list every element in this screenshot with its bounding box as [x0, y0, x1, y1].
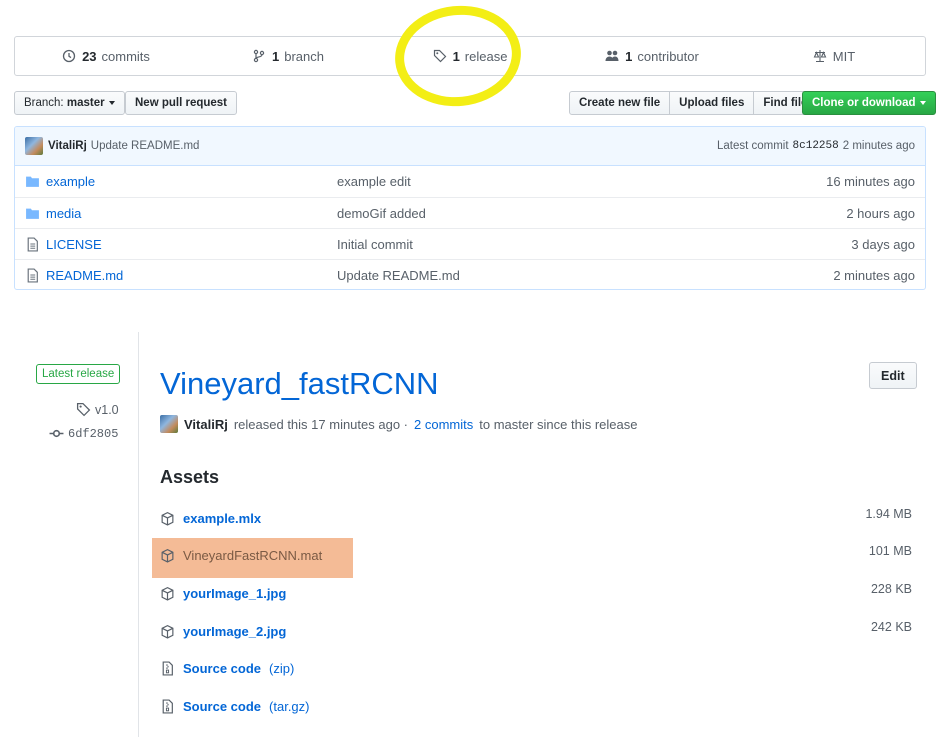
edit-release-button[interactable]: Edit [869, 362, 917, 389]
avatar[interactable] [160, 415, 178, 433]
source-code-row[interactable]: Source code (zip) [160, 661, 912, 676]
history-icon [62, 49, 77, 64]
latest-commit-bar: VitaliRj Update README.md Latest commit … [15, 127, 925, 166]
asset-name[interactable]: yourImage_2.jpg [183, 624, 286, 639]
file-commit-message[interactable]: Update README.md [337, 268, 833, 283]
people-icon [605, 49, 620, 64]
file-row[interactable]: example example edit 16 minutes ago [15, 166, 925, 197]
file-commit-message[interactable]: example edit [337, 174, 826, 189]
asset-row[interactable]: yourImage_2.jpg 242 KB [160, 620, 912, 639]
file-actions-group: Create new file Upload files Find file [569, 91, 818, 115]
asset-row[interactable]: example.mlx 1.94 MB [160, 507, 912, 526]
commit-author[interactable]: VitaliRj [48, 140, 87, 152]
file-row[interactable]: README.md Update README.md 2 minutes ago [15, 259, 925, 289]
asset-size: 228 KB [870, 581, 912, 596]
release-title[interactable]: Vineyard_fastRCNN [160, 366, 439, 402]
commits-since-link[interactable]: 2 commits [414, 417, 473, 432]
folder-icon [25, 206, 40, 221]
stat-contributors[interactable]: 1 contributor [561, 49, 743, 64]
branch-select-button[interactable]: Branch: master [14, 91, 125, 115]
package-icon [160, 548, 175, 563]
caret-down-icon [919, 101, 926, 105]
file-age: 2 hours ago [846, 205, 915, 221]
commit-icon [49, 426, 64, 441]
commit-sha[interactable]: 8c12258 [793, 140, 839, 152]
file-table: VitaliRj Update README.md Latest commit … [14, 126, 926, 290]
stat-license[interactable]: MIT [743, 49, 925, 64]
source-code-ext[interactable]: (zip) [269, 661, 294, 676]
asset-name[interactable]: VineyardFastRCNN.mat [183, 548, 322, 563]
release-commit[interactable]: 6df2805 [49, 426, 118, 441]
release-meta: VitaliRj released this 17 minutes ago · … [160, 415, 637, 433]
file-row[interactable]: LICENSE Initial commit 3 days ago [15, 228, 925, 259]
folder-icon [25, 174, 40, 189]
file-age: 16 minutes ago [826, 174, 915, 189]
file-commit-message[interactable]: Initial commit [337, 237, 851, 252]
clone-or-download-button[interactable]: Clone or download [802, 91, 936, 115]
tag-icon [76, 402, 91, 417]
asset-size: 101 MB [868, 543, 912, 558]
file-icon [25, 267, 40, 283]
file-name[interactable]: LICENSE [46, 237, 102, 252]
assets-heading: Assets [160, 467, 220, 487]
release-author[interactable]: VitaliRj [184, 417, 228, 432]
source-code-ext[interactable]: (tar.gz) [269, 699, 309, 714]
package-icon [160, 586, 175, 601]
file-name[interactable]: example [46, 174, 95, 189]
asset-name[interactable]: yourImage_1.jpg [183, 586, 286, 601]
caret-down-icon [108, 101, 115, 105]
source-code-row[interactable]: Source code (tar.gz) [160, 699, 912, 714]
create-new-file-button[interactable]: Create new file [569, 91, 671, 115]
file-name[interactable]: README.md [46, 268, 123, 283]
law-icon [813, 49, 828, 64]
latest-commit-label: Latest commit [716, 140, 789, 152]
asset-size: 1.94 MB [865, 506, 912, 521]
repo-stats-bar: 23 commits 1 branch 1 release 1 contributor … [14, 36, 926, 76]
commit-age: 2 minutes ago [842, 140, 915, 152]
file-name[interactable]: media [46, 206, 81, 221]
source-code-link[interactable]: Source code [183, 699, 261, 714]
upload-files-button[interactable]: Upload files [669, 91, 755, 115]
file-age: 2 minutes ago [833, 267, 915, 283]
file-zip-icon [160, 699, 175, 714]
file-zip-icon [160, 661, 175, 676]
asset-row[interactable]: yourImage_1.jpg 228 KB [160, 582, 912, 601]
latest-release-badge: Latest release [36, 364, 121, 384]
source-code-link[interactable]: Source code [183, 661, 261, 676]
file-icon [25, 236, 40, 252]
avatar[interactable] [25, 137, 43, 155]
asset-row[interactable]: VineyardFastRCNN.mat 101 MB [160, 544, 912, 563]
package-icon [160, 511, 175, 526]
stat-branch[interactable]: 1 branch [197, 49, 379, 64]
file-age: 3 days ago [851, 236, 915, 252]
branch-icon [252, 49, 267, 64]
file-row[interactable]: media demoGif added 2 hours ago [15, 197, 925, 228]
stat-commits[interactable]: 23 commits [15, 49, 197, 64]
commit-message[interactable]: Update README.md [91, 140, 200, 152]
asset-size: 242 KB [870, 619, 912, 634]
new-pull-request-button[interactable]: New pull request [125, 91, 238, 115]
stat-release[interactable]: 1 release [379, 49, 561, 64]
release-tag[interactable]: v1.0 [76, 402, 119, 417]
file-commit-message[interactable]: demoGif added [337, 206, 846, 221]
release-divider [138, 332, 139, 737]
package-icon [160, 624, 175, 639]
asset-name[interactable]: example.mlx [183, 511, 261, 526]
tag-icon [433, 49, 448, 64]
